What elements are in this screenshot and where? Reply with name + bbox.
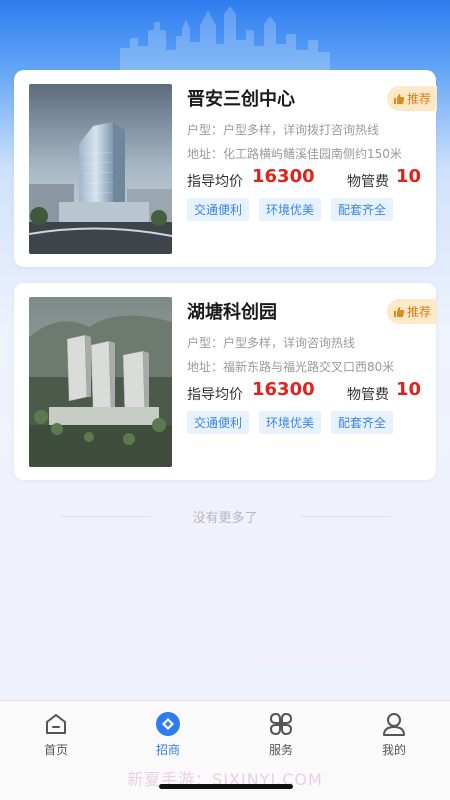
- tag: 配套齐全: [331, 198, 394, 221]
- fee-value: 10: [396, 166, 422, 187]
- listing-card[interactable]: 湖塘科创园 推荐 户型：户型多样，详询咨询热线 地址：福新东路与福光路交叉口西8…: [14, 283, 437, 480]
- price-row: 指导均价 16300 物管费 10: [187, 379, 421, 404]
- price-value: 16300: [252, 379, 315, 400]
- badge-label: 推荐: [407, 305, 432, 319]
- fee-label: 物管费: [347, 387, 389, 403]
- tab-label: 招商: [155, 743, 180, 757]
- listing-card[interactable]: 晋安三创中心 推荐 户型：户型多样，详询拨打咨询热线 地址：化工路横屿鳝溪佳园南…: [14, 70, 437, 267]
- grid-icon: [269, 712, 293, 736]
- tab-label: 服务: [268, 743, 293, 757]
- recommend-badge: 推荐: [387, 86, 437, 111]
- price-label: 指导均价: [187, 174, 243, 190]
- tab-label: 我的: [381, 743, 406, 757]
- address-text: 地址：化工路横屿鳝溪佳园南侧约150米: [187, 147, 402, 161]
- address-text: 地址：福新东路与福光路交叉口西80米: [187, 360, 395, 374]
- tag-list: 交通便利 环境优美 配套齐全: [187, 411, 394, 434]
- tag-list: 交通便利 环境优美 配套齐全: [187, 198, 394, 221]
- tab-profile[interactable]: 我的: [354, 711, 434, 758]
- user-icon: [383, 713, 405, 736]
- badge-label: 推荐: [407, 92, 432, 106]
- listing-title[interactable]: 晋安三创中心: [187, 85, 295, 111]
- listing-title[interactable]: 湖塘科创园: [187, 298, 277, 324]
- price-row: 指导均价 16300 物管费 10: [187, 166, 421, 191]
- thumbs-up-icon: [394, 93, 405, 104]
- skyline-decoration: [120, 6, 330, 70]
- price-value: 16300: [252, 166, 315, 187]
- recommend-badge: 推荐: [387, 299, 437, 324]
- tag: 环境优美: [259, 198, 322, 221]
- thumbs-up-icon: [394, 306, 405, 317]
- tab-label: 首页: [43, 743, 68, 757]
- invest-icon: [156, 712, 180, 736]
- end-of-list-text: 没有更多了: [0, 507, 450, 526]
- listing-photo[interactable]: [29, 84, 172, 254]
- tab-services[interactable]: 服务: [241, 711, 321, 758]
- tag: 配套齐全: [331, 411, 394, 434]
- fee-value: 10: [396, 379, 422, 400]
- tag: 交通便利: [187, 198, 250, 221]
- price-label: 指导均价: [187, 387, 243, 403]
- home-indicator: [159, 784, 293, 789]
- tag: 环境优美: [259, 411, 322, 434]
- tag: 交通便利: [187, 411, 250, 434]
- home-icon: [46, 714, 66, 734]
- listing-photo[interactable]: [29, 297, 172, 467]
- fee-label: 物管费: [347, 174, 389, 190]
- unit-type-text: 户型：户型多样，详询拨打咨询热线: [187, 123, 380, 137]
- tab-home[interactable]: 首页: [16, 711, 96, 758]
- tab-invest[interactable]: 招商: [128, 711, 208, 758]
- unit-type-text: 户型：户型多样，详询咨询热线: [187, 336, 356, 350]
